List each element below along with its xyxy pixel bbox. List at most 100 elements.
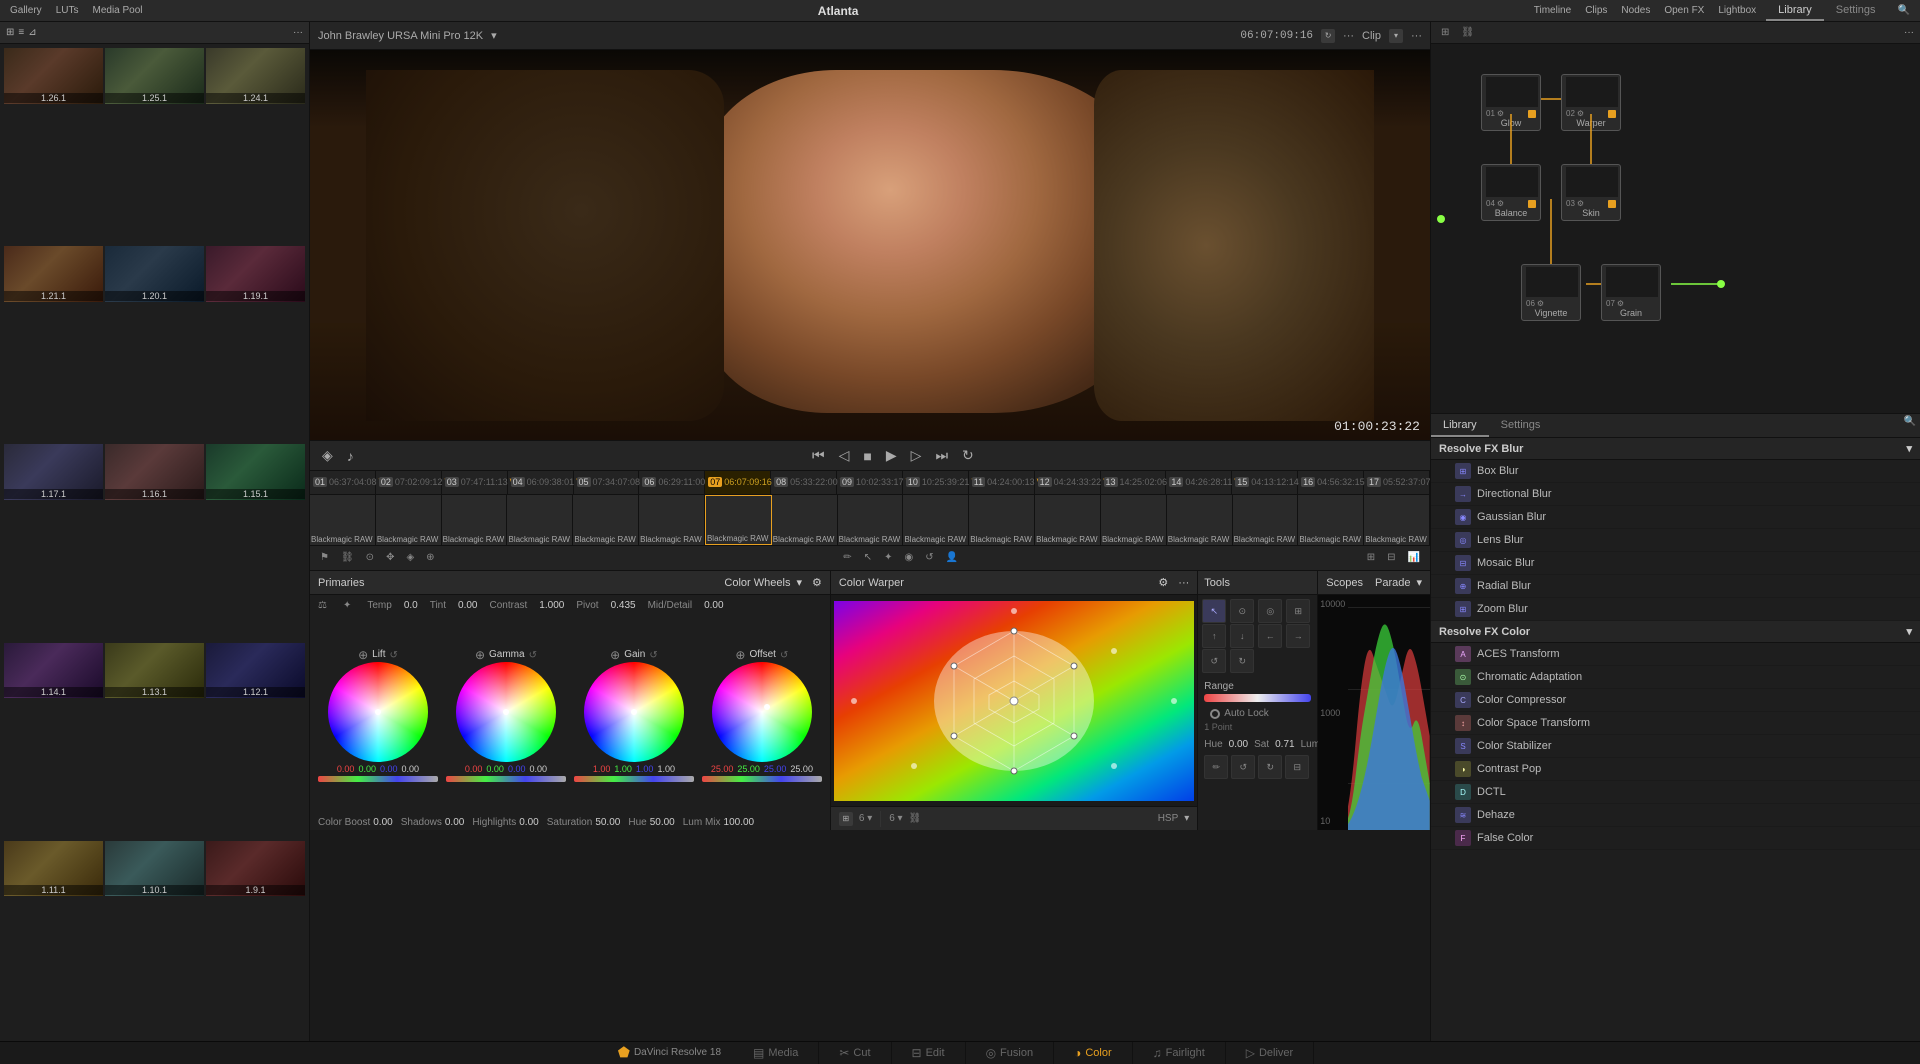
offset-color-wheel[interactable] — [712, 662, 812, 762]
resolve-fx-color-section[interactable]: Resolve FX Color ▾ — [1431, 621, 1920, 643]
open-fx-btn[interactable]: Open FX — [1660, 5, 1708, 16]
hue-value[interactable]: 50.00 — [650, 817, 675, 828]
node-vignette[interactable]: 06 ⚙ Vignette — [1521, 264, 1581, 321]
list-view-btn[interactable]: ≡ — [18, 27, 24, 38]
gallery-item[interactable]: 1.11.1 — [4, 841, 103, 897]
tool-reset1-btn[interactable]: ↺ — [1202, 649, 1226, 673]
clip-marker-03[interactable]: 0307:47:11:13V1 — [442, 471, 508, 495]
gamma-bar[interactable] — [446, 776, 566, 782]
offset-bar[interactable] — [702, 776, 822, 782]
warper-canvas[interactable] — [831, 595, 1197, 806]
gallery-item[interactable]: 1.10.1 — [105, 841, 204, 897]
lift-color-wheel[interactable] — [328, 662, 428, 762]
next-frame-btn[interactable]: ▷ — [907, 445, 926, 466]
gallery-btn[interactable]: Gallery — [6, 5, 46, 16]
offset-reset-icon[interactable]: ↺ — [780, 650, 788, 661]
clip-marker-05[interactable]: 0507:34:07:08V1 — [574, 471, 640, 495]
fx-contrast-pop[interactable]: ◑ Contrast Pop — [1431, 758, 1920, 781]
pivot-value[interactable]: 0.435 — [611, 600, 636, 611]
video-preview-area[interactable]: 01:00:23:22 — [310, 50, 1430, 440]
node-glow[interactable]: 01 ⚙ Glow — [1481, 74, 1541, 131]
gallery-item[interactable]: 1.15.1 — [206, 444, 305, 500]
tool-right-btn[interactable]: → — [1286, 624, 1310, 648]
nodes-tool-btn[interactable]: ⊞ — [1437, 25, 1453, 40]
color-boost-value[interactable]: 0.00 — [373, 817, 392, 828]
clip-marker-16[interactable]: 1604:56:32:15V1 — [1298, 471, 1364, 495]
nav-fairlight[interactable]: ♫ Fairlight — [1133, 1042, 1226, 1064]
fx-dehaze[interactable]: ≋ Dehaze — [1431, 804, 1920, 827]
tool-target-btn[interactable]: ◎ — [1258, 599, 1282, 623]
timeline-thumb-16[interactable]: Blackmagic RAW — [1298, 495, 1364, 545]
fx-color-space-transform[interactable]: ↕ Color Space Transform — [1431, 712, 1920, 735]
gallery-item[interactable]: 1.25.1 — [105, 48, 204, 104]
gallery-item[interactable]: 1.21.1 — [4, 246, 103, 302]
timeline-btn[interactable]: Timeline — [1530, 5, 1575, 16]
timeline-thumb-06[interactable]: Blackmagic RAW — [639, 495, 705, 545]
scope-chevron-icon[interactable]: ▾ — [1416, 576, 1422, 589]
gain-reset-icon[interactable]: ↺ — [649, 650, 657, 661]
node-balance[interactable]: 04 ⚙ Balance — [1481, 164, 1541, 221]
timeline-thumb-08[interactable]: Blackmagic RAW — [772, 495, 838, 545]
clip-marker-01[interactable]: 0106:37:04:08V1 — [310, 471, 376, 495]
sat-val-tools[interactable]: 0.71 — [1275, 739, 1294, 750]
hsp-dropdown[interactable]: ▾ — [1184, 813, 1189, 824]
clip-marker-14[interactable]: 1404:26:28:11V1 — [1166, 471, 1232, 495]
primaries-options[interactable]: ⚙ — [812, 576, 822, 589]
fx-aces-transform[interactable]: A ACES Transform — [1431, 643, 1920, 666]
gallery-item[interactable]: 1.17.1 — [4, 444, 103, 500]
clip-marker-04[interactable]: 0406:09:38:01V1 — [508, 471, 574, 495]
clip-marker-10[interactable]: 1010:25:39:21V1 — [903, 471, 969, 495]
tool-undo-btn[interactable]: ↺ — [1231, 755, 1255, 779]
fx-dctl[interactable]: D DCTL — [1431, 781, 1920, 804]
tint-value[interactable]: 0.00 — [458, 600, 477, 611]
fx-chromatic[interactable]: ⊙ Chromatic Adaptation — [1431, 666, 1920, 689]
gamma-wheel-dot[interactable] — [503, 709, 509, 715]
clip-marker-09[interactable]: 0910:02:33:17V1 — [837, 471, 903, 495]
node-skin[interactable]: 03 ⚙ Skin — [1561, 164, 1621, 221]
timeline-thumb-15[interactable]: Blackmagic RAW — [1233, 495, 1299, 545]
loop-btn[interactable]: ↻ — [958, 445, 978, 466]
tool-magnet-btn[interactable]: ⊞ — [1286, 599, 1310, 623]
timeline-thumb-12[interactable]: Blackmagic RAW — [1035, 495, 1101, 545]
tool-cursor-btn[interactable]: ↖ — [1202, 599, 1226, 623]
tool-paint-btn[interactable]: ✏ — [1204, 755, 1228, 779]
gallery-item[interactable]: 1.24.1 — [206, 48, 305, 104]
audio-btn[interactable]: ♪ — [343, 446, 358, 466]
clip-marker-13[interactable]: 1314:25:02:06V1 — [1101, 471, 1167, 495]
tool-redo-btn[interactable]: ↻ — [1258, 755, 1282, 779]
tool-up-btn[interactable]: ↑ — [1202, 624, 1226, 648]
timeline-thumb-07[interactable]: Blackmagic RAW — [705, 495, 772, 545]
gamma-color-wheel[interactable] — [456, 662, 556, 762]
clip-more-options[interactable]: ··· — [1411, 30, 1422, 42]
warper-gear-icon[interactable]: ⚙ — [1158, 576, 1168, 589]
tool-wave[interactable]: 📊 — [1404, 550, 1424, 565]
nav-edit[interactable]: ⊟ Edit — [892, 1042, 966, 1064]
fx-radial-blur[interactable]: ⊕ Radial Blur — [1431, 575, 1920, 598]
luts-btn[interactable]: LUTs — [52, 5, 83, 16]
autolock-radio[interactable] — [1210, 709, 1220, 719]
crosshair-icon[interactable]: ⊕ — [610, 648, 620, 662]
timeline-thumb-17[interactable]: Blackmagic RAW — [1364, 495, 1430, 545]
stop-btn[interactable]: ■ — [859, 446, 875, 466]
resolve-fx-blur-section[interactable]: Resolve FX Blur ▾ — [1431, 438, 1920, 460]
crosshair-icon[interactable]: ⊕ — [358, 648, 368, 662]
nav-fusion[interactable]: ◎ Fusion — [966, 1042, 1055, 1064]
tool-grab[interactable]: ✥ — [382, 550, 398, 565]
timeline-thumb-02[interactable]: Blackmagic RAW — [376, 495, 442, 545]
nav-color[interactable]: ◑ Color — [1054, 1042, 1133, 1064]
range-bar[interactable] — [1204, 694, 1311, 702]
gallery-item[interactable]: 1.12.1 — [206, 643, 305, 699]
tool-eye[interactable]: ◉ — [900, 550, 917, 565]
fx-gaussian-blur[interactable]: ◉ Gaussian Blur — [1431, 506, 1920, 529]
tool-cursor[interactable]: ↖ — [860, 550, 876, 565]
timeline-thumb-10[interactable]: Blackmagic RAW — [903, 495, 969, 545]
marker-btn[interactable]: ◈ — [318, 445, 337, 466]
tool-brush[interactable]: ✏ — [839, 550, 855, 565]
crosshair-icon[interactable]: ⊕ — [475, 648, 485, 662]
lightbox-btn[interactable]: Lightbox — [1714, 5, 1760, 16]
jump-end-btn[interactable]: ⏭ — [931, 445, 952, 466]
tool-lock[interactable]: ⊙ — [362, 550, 378, 565]
jump-start-btn[interactable]: ⏮ — [808, 445, 829, 466]
gain-bar[interactable] — [574, 776, 694, 782]
node-warper[interactable]: 02 ⚙ Warper — [1561, 74, 1621, 131]
